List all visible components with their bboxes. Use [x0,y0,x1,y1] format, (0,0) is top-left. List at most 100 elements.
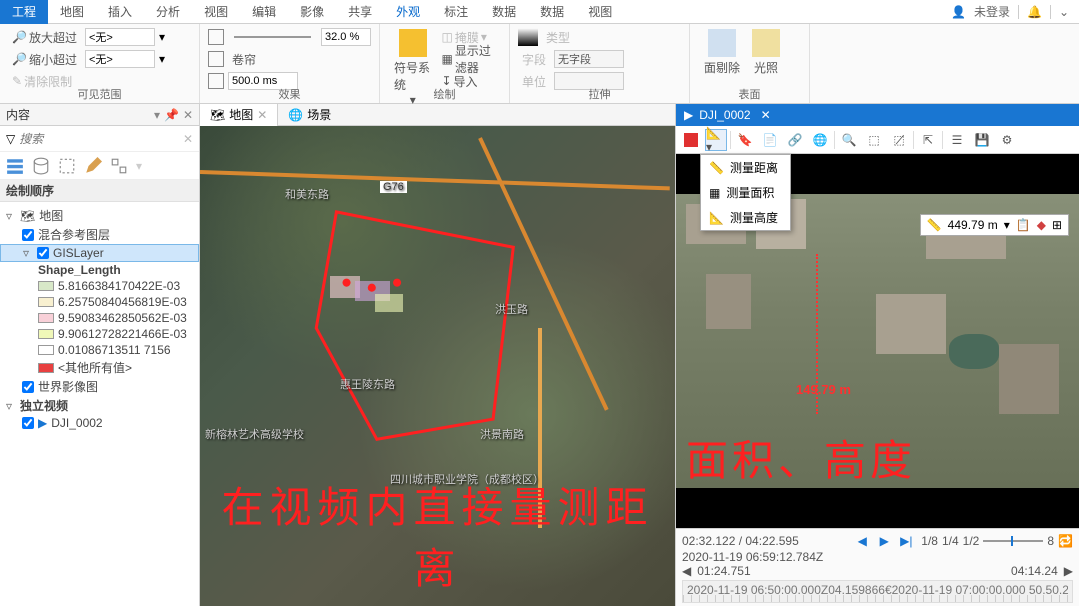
list-by-select-icon[interactable] [58,157,76,175]
panel-pin-icon[interactable]: 📌 [164,108,179,122]
list-by-source-icon[interactable] [32,157,50,175]
transparency-icon[interactable] [208,29,224,45]
menu-tab-insert[interactable]: 插入 [96,0,144,24]
menu-right: 👤 未登录 🔔 ⌄ [951,3,1079,20]
swipe-icon[interactable] [208,51,224,67]
menu-tab-analysis[interactable]: 分析 [144,0,192,24]
group-label-surface: 表面 [690,86,809,102]
video-tab[interactable]: ▶ DJI_0002 ✕ [676,104,1079,126]
contents-toolbar: ▾ [0,152,199,180]
measure-area[interactable]: ▦测量面积 [701,180,790,205]
video-toolbar: 📐▾ 🔖 📄 🔗 🌐 🔍 ⬚ ⬚̸ ⇱ ☰ 💾 ⚙ 📏测量距离 ▦测量面积 📐测… [676,126,1079,154]
opacity-input[interactable] [321,28,371,46]
measure-distance[interactable]: 📏测量距离 [701,155,790,180]
save-icon[interactable]: 💾 [971,129,993,151]
list-by-edit-icon[interactable] [84,157,102,175]
measure-label: 149.79 m [796,382,851,397]
color-swatch[interactable] [680,129,702,151]
measure-height[interactable]: 📐测量高度 [701,205,790,230]
tree-val-4[interactable]: 0.01086713511 7156 [0,342,199,358]
list-by-snap-icon[interactable] [110,157,128,175]
timeline[interactable]: 2020-11-19 06:50:00.000Z04.159866€2020-1… [682,580,1073,603]
bookmark-icon[interactable]: 🔖 [734,129,756,151]
group-label-range: 可见范围 [0,86,199,102]
menu-tab-appearance[interactable]: 外观 [384,0,432,24]
cb-world[interactable] [22,381,34,393]
prev-btn[interactable]: ◀ [853,532,871,550]
link-icon[interactable]: 🔗 [784,129,806,151]
cb-gis[interactable] [37,247,49,259]
tree-basemap[interactable]: 混合参考图层 [0,225,199,244]
tree-val-2[interactable]: 9.59083462850562E-03 [0,310,199,326]
map-view[interactable]: 和美东路 G76 惠王陵东路 洪景南路 洪玉路 新榕林艺术高级学校 四川城市职业… [200,126,675,606]
user-icon[interactable]: 👤 [951,5,966,19]
measure-menu: 📏测量距离 ▦测量面积 📐测量高度 [700,154,791,231]
zoom-out-val[interactable] [85,50,155,68]
menu-tab-view2[interactable]: 视图 [576,0,624,24]
select-icon[interactable]: ⬚ [863,129,885,151]
speed-control[interactable]: 1/81/41/2 8 🔁 [921,534,1073,548]
menu-tab-data2[interactable]: 数据 [528,0,576,24]
login-label[interactable]: 未登录 [974,3,1010,20]
note-icon[interactable]: 📄 [759,129,781,151]
tree-map[interactable]: ▿🗺地图 [0,206,199,225]
next-btn[interactable]: ▶| [897,532,915,550]
video-panel: ▶ DJI_0002 ✕ 📐▾ 🔖 📄 🔗 🌐 🔍 ⬚ ⬚̸ ⇱ ☰ 💾 ⚙ 📏… [675,104,1079,606]
menu-tab-share[interactable]: 共享 [336,0,384,24]
globe-icon[interactable]: 🌐 [809,129,831,151]
center-pane: 🗺地图✕ 🌐场景 和美东路 G76 惠王陵东路 洪景南路 洪玉路 新榕林艺术高级… [200,104,675,606]
zoom-icon[interactable]: 🔍 [838,129,860,151]
measure-dropdown[interactable]: 📐▾ [705,129,727,151]
close-icon[interactable]: ✕ [761,108,771,122]
panel-close-icon[interactable]: ✕ [183,108,193,122]
layer-tree: ▿🗺地图 混合参考图层 ▿GISLayer Shape_Length 5.816… [0,202,199,435]
tree-gislayer[interactable]: ▿GISLayer [0,244,199,262]
time-label: 02:32.122 / 04:22.595 [682,534,799,548]
list-by-draw-icon[interactable] [6,157,24,175]
layers-icon[interactable]: ☰ [946,129,968,151]
menu-tab-view[interactable]: 视图 [192,0,240,24]
tree-indep[interactable]: ▿独立视频 [0,396,199,415]
tree-val-1[interactable]: 6.25750840456819E-03 [0,294,199,310]
menu-tab-project[interactable]: 工程 [0,0,48,24]
stretch-field-val [554,50,624,68]
chevron-down-icon[interactable]: ⌄ [1059,5,1069,19]
tree-dji[interactable]: ▶DJI_0002 [0,415,199,431]
delete-icon[interactable]: ◆ [1037,218,1046,232]
tree-val-3[interactable]: 9.90612728221466E-03 [0,326,199,342]
menu-tab-map[interactable]: 地图 [48,0,96,24]
cb-dji[interactable] [22,417,34,429]
road-label-3: 洪景南路 [480,426,524,442]
search-input[interactable] [19,132,179,146]
zoom-out-beyond[interactable]: 🔎 缩小超过 [8,50,81,69]
group-label-stretch: 拉伸 [510,86,689,102]
stretch-field: 字段 [518,50,550,69]
tree-val-0[interactable]: 5.8166384170422E-03 [0,278,199,294]
menu-tab-data1[interactable]: 数据 [480,0,528,24]
expand-icon[interactable]: ⊞ [1052,218,1062,232]
bell-icon[interactable]: 🔔 [1027,5,1042,19]
road-label: 和美东路 [285,186,329,202]
menu-tab-edit[interactable]: 编辑 [240,0,288,24]
settings-icon[interactable]: ⚙ [996,129,1018,151]
tab-scene[interactable]: 🌐场景 [278,104,341,126]
copy-icon[interactable]: 📋 [1016,218,1031,232]
tab-map[interactable]: 🗺地图✕ [200,104,278,126]
menu-tab-image[interactable]: 影像 [288,0,336,24]
loop-icon[interactable]: 🔁 [1058,534,1073,548]
tree-world[interactable]: 世界影像图 [0,377,199,396]
clear-sel-icon[interactable]: ⬚̸ [888,129,910,151]
zoom-in-val[interactable] [85,28,155,46]
tree-val-other[interactable]: <其他所有值> [0,358,199,377]
zoom-in-beyond[interactable]: 🔎 放大超过 [8,28,81,47]
cb-basemap[interactable] [22,229,34,241]
menu-tab-label[interactable]: 标注 [432,0,480,24]
export-icon[interactable]: ⇱ [917,129,939,151]
swipe-btn[interactable]: 卷帘 [228,50,260,69]
search-clear-icon[interactable]: ✕ [183,132,193,146]
play-btn[interactable]: ▶ [875,532,893,550]
menu-bar: 工程 地图 插入 分析 视图 编辑 影像 共享 外观 标注 数据 数据 视图 👤… [0,0,1079,24]
workspace: 内容 ▾📌✕ ▽ ✕ ▾ 绘制顺序 ▿🗺地图 混合参考图层 ▿GISLayer … [0,104,1079,606]
filter-icon[interactable]: ▽ [6,132,15,146]
panel-menu-icon[interactable]: ▾ [154,108,160,122]
